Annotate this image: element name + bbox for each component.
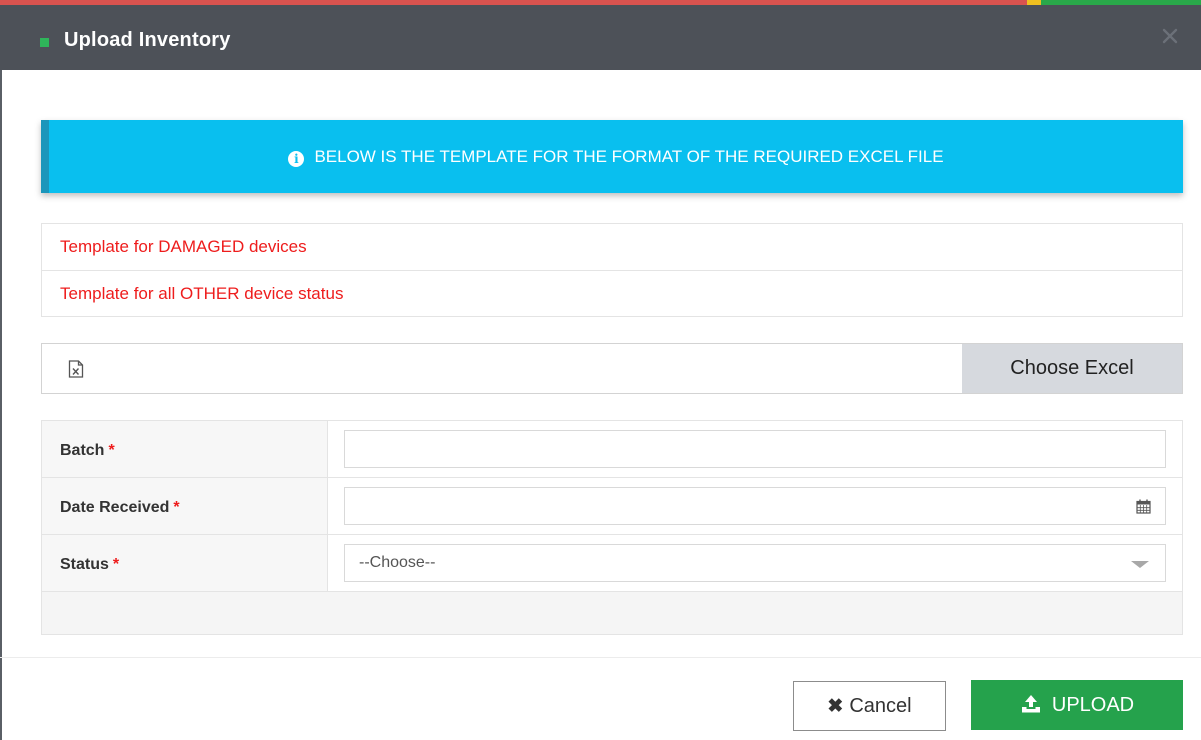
- close-icon[interactable]: [1161, 27, 1179, 45]
- upload-icon: [1020, 683, 1042, 733]
- template-damaged-link[interactable]: Template for DAMAGED devices: [42, 224, 1182, 270]
- required-marker: *: [108, 442, 115, 459]
- batch-input[interactable]: [344, 430, 1166, 468]
- upload-form: Batch * Date Received * Status * --Choos…: [41, 420, 1183, 635]
- footer-divider: [0, 657, 1201, 658]
- upload-label: UPLOAD: [1051, 694, 1135, 716]
- required-marker: *: [173, 499, 180, 516]
- times-icon: ✖: [827, 696, 844, 717]
- calendar-icon[interactable]: [1136, 499, 1151, 519]
- upload-button[interactable]: UPLOAD: [971, 680, 1183, 730]
- status-selected-value: --Choose--: [359, 554, 436, 571]
- modal-title: Upload Inventory: [64, 29, 231, 51]
- info-icon: i: [288, 151, 305, 167]
- caret-down-icon: [1131, 561, 1149, 568]
- excel-file-picker[interactable]: Choose Excel: [41, 343, 1183, 394]
- required-marker: *: [112, 556, 120, 573]
- status-select[interactable]: --Choose--: [344, 544, 1166, 582]
- batch-label: Batch *: [42, 421, 328, 477]
- excel-file-icon: [68, 360, 84, 383]
- form-row-date-received: Date Received *: [42, 478, 1182, 535]
- modal-header: Upload Inventory: [0, 5, 1201, 70]
- choose-excel-button[interactable]: Choose Excel: [962, 344, 1182, 393]
- date-received-label: Date Received *: [42, 478, 328, 534]
- title-square-icon: [40, 38, 49, 47]
- alert-text: BELOW IS THE TEMPLATE FOR THE FORMAT OF …: [314, 147, 944, 166]
- form-row-status: Status * --Choose--: [42, 535, 1182, 592]
- status-label: Status *: [42, 535, 328, 591]
- template-info-alert: i BELOW IS THE TEMPLATE FOR THE FORMAT OF…: [41, 120, 1183, 193]
- form-row-batch: Batch *: [42, 421, 1182, 478]
- date-received-input[interactable]: [344, 487, 1166, 525]
- cancel-button[interactable]: ✖ Cancel: [793, 681, 946, 731]
- template-other-status-link[interactable]: Template for all OTHER device status: [42, 270, 1182, 316]
- template-links-list: Template for DAMAGED devices Template fo…: [41, 223, 1183, 317]
- cancel-label: Cancel: [849, 695, 912, 717]
- modal-left-edge: [0, 70, 2, 740]
